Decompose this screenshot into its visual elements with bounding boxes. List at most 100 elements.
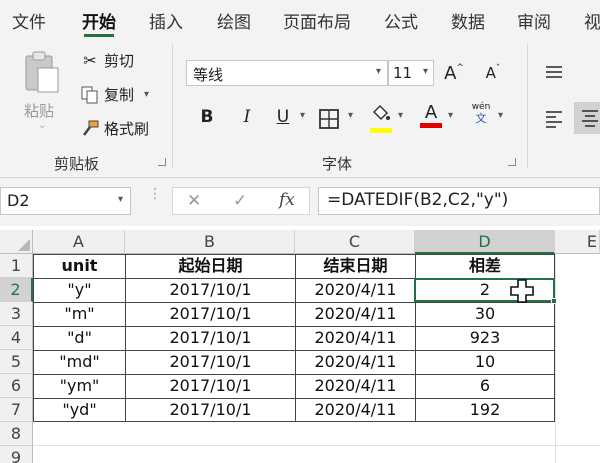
table-cell[interactable]: 30 (416, 302, 554, 326)
table-cell[interactable]: 2020/4/11 (296, 326, 415, 350)
fill-color-button[interactable] (370, 104, 392, 133)
chevron-down-icon[interactable]: ▾ (300, 110, 305, 121)
excel-window: 文件 开始 插入 绘图 页面布局 公式 数据 审阅 视 粘贴 ⌄ ✂ 剪切 复制… (0, 0, 600, 463)
chevron-down-icon[interactable]: ▾ (498, 110, 503, 121)
tab-file[interactable]: 文件 (12, 8, 46, 33)
increase-font-size-button[interactable]: A ^ (443, 62, 465, 84)
align-center-button[interactable] (574, 102, 600, 134)
tab-data[interactable]: 数据 (451, 8, 485, 33)
borders-button[interactable] (318, 108, 340, 134)
table-cell[interactable]: 6 (416, 374, 554, 398)
insert-function-icon[interactable]: fx (279, 190, 295, 210)
table-header-cell[interactable]: 起始日期 (126, 254, 295, 278)
ribbon-tab-bar: 文件 开始 插入 绘图 页面布局 公式 数据 审阅 视 (0, 0, 600, 38)
chevron-down-icon[interactable]: ▾ (118, 194, 123, 205)
table-header-cell[interactable]: unit (34, 254, 125, 278)
table-cell[interactable]: 2017/10/1 (126, 326, 295, 350)
table-cell[interactable]: 2020/4/11 (296, 398, 415, 422)
row-header-9[interactable]: 9 (0, 446, 33, 463)
decrease-font-size-button[interactable]: Aˇ (482, 62, 504, 84)
formula-input[interactable]: =DATEDIF(B2,C2,"y") (318, 187, 600, 215)
column-header-b[interactable]: B (125, 230, 295, 254)
fill-color-swatch (370, 128, 392, 133)
select-all-corner[interactable] (0, 230, 33, 254)
font-dialog-launcher-icon[interactable] (508, 158, 516, 166)
table-cell[interactable]: 2020/4/11 (296, 278, 415, 302)
tab-formulas[interactable]: 公式 (384, 8, 418, 33)
table-cell[interactable]: "yd" (34, 398, 125, 422)
name-box[interactable]: D2 (0, 187, 131, 215)
table-cell[interactable]: 2017/10/1 (126, 398, 295, 422)
row-header-2[interactable]: 2 (0, 278, 33, 302)
table-cell[interactable]: "ym" (34, 374, 125, 398)
format-painter-button[interactable]: 格式刷 (80, 118, 149, 139)
italic-button[interactable]: I (236, 106, 258, 128)
table-cell[interactable]: 2017/10/1 (126, 350, 295, 374)
table-cell[interactable]: 2020/4/11 (296, 302, 415, 326)
column-header-e[interactable]: E (555, 230, 600, 254)
row-header-1[interactable]: 1 (0, 254, 33, 278)
tab-review[interactable]: 审阅 (517, 8, 551, 33)
row-header-4[interactable]: 4 (0, 326, 33, 350)
table-cell[interactable]: 2020/4/11 (296, 350, 415, 374)
table-cell[interactable]: 923 (416, 326, 554, 350)
copy-label: 复制 (104, 86, 135, 104)
fill-handle[interactable] (551, 298, 557, 304)
enter-icon[interactable]: ✓ (233, 191, 247, 211)
cut-button[interactable]: ✂ 剪切 (80, 50, 134, 71)
caret-down-icon: ˇ (495, 64, 501, 74)
chevron-down-icon[interactable]: ▾ (144, 89, 149, 100)
select-all-triangle-icon (18, 239, 30, 251)
table-header-cell[interactable]: 结束日期 (296, 254, 415, 278)
table-cell[interactable]: "m" (34, 302, 125, 326)
paste-button[interactable]: 粘贴 ⌄ (14, 46, 70, 136)
tab-view[interactable]: 视 (584, 8, 600, 33)
row-header-6[interactable]: 6 (0, 374, 33, 398)
font-group-label: 字体 (322, 155, 353, 173)
chevron-down-icon[interactable]: ▾ (398, 110, 403, 121)
ribbon: 粘贴 ⌄ ✂ 剪切 复制 ▾ 格式刷 剪贴板 等线 ▾ 11 ▾ A ^ A ˇ… (0, 38, 600, 178)
font-color-button[interactable]: A (420, 104, 442, 128)
table-cell[interactable]: 10 (416, 350, 554, 374)
chevron-down-icon[interactable]: ▾ (348, 110, 353, 121)
table-cell[interactable]: 2017/10/1 (126, 374, 295, 398)
format-painter-label: 格式刷 (104, 120, 150, 138)
table-cell[interactable]: "d" (34, 326, 125, 350)
drag-handle-icon[interactable]: ⋮ (148, 187, 162, 201)
clipboard-dialog-launcher-icon[interactable] (158, 158, 166, 166)
chevron-down-icon[interactable]: ▾ (376, 66, 381, 77)
tab-home[interactable]: 开始 (82, 8, 116, 33)
row-header-7[interactable]: 7 (0, 398, 33, 422)
column-header-c[interactable]: C (295, 230, 415, 254)
align-top-icon (546, 66, 562, 78)
font-color-swatch (420, 123, 442, 128)
underline-button[interactable]: U (272, 106, 294, 128)
table-cell[interactable]: 2017/10/1 (126, 302, 295, 326)
tab-draw[interactable]: 绘图 (217, 8, 251, 33)
chevron-down-icon[interactable]: ▾ (423, 66, 428, 77)
row-header-8[interactable]: 8 (0, 422, 33, 446)
chevron-down-icon[interactable]: ▾ (448, 110, 453, 121)
decrease-font-size-icon: A (485, 64, 496, 82)
table-header-cell[interactable]: 相差 (416, 254, 554, 278)
font-name-combobox[interactable]: 等线 (186, 60, 388, 86)
align-top-button[interactable] (544, 64, 564, 84)
column-header-a[interactable]: A (33, 230, 125, 254)
bold-button[interactable]: B (196, 106, 218, 128)
row-header-5[interactable]: 5 (0, 350, 33, 374)
tab-page-layout[interactable]: 页面布局 (283, 8, 351, 33)
tab-insert[interactable]: 插入 (149, 8, 183, 33)
cancel-icon[interactable]: ✕ (187, 191, 201, 211)
table-cell[interactable]: "md" (34, 350, 125, 374)
table-cell[interactable]: 192 (416, 398, 554, 422)
copy-button[interactable]: 复制 ▾ (80, 84, 149, 105)
copy-icon (80, 85, 100, 105)
phonetic-guide-button[interactable]: wén 文 (468, 102, 494, 125)
row-header-3[interactable]: 3 (0, 302, 33, 326)
font-color-icon: A (424, 102, 438, 123)
align-left-button[interactable] (544, 110, 564, 132)
table-cell[interactable]: "y" (34, 278, 125, 302)
table-cell[interactable]: 2020/4/11 (296, 374, 415, 398)
table-cell[interactable]: 2017/10/1 (126, 278, 295, 302)
column-header-d[interactable]: D (415, 230, 555, 254)
